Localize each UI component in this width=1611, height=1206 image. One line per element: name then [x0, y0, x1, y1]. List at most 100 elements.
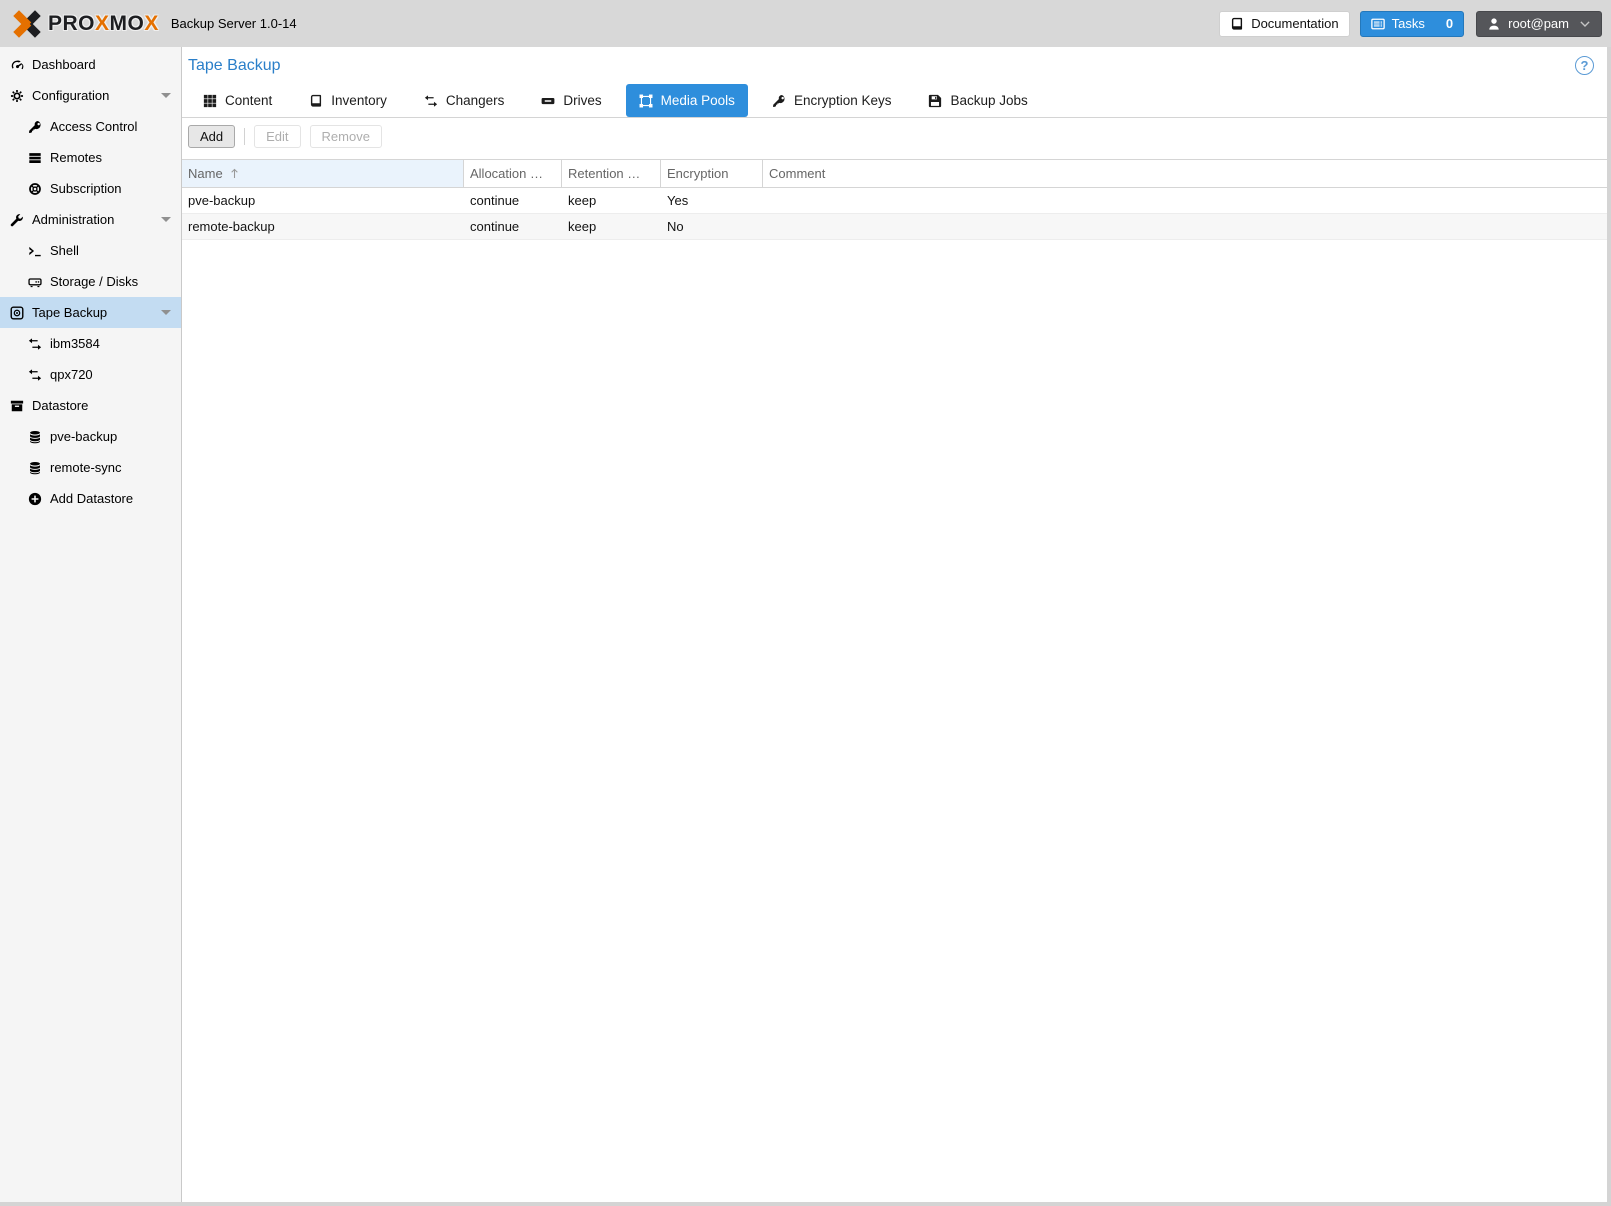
- terminal-icon: [28, 244, 42, 258]
- cell-allocation: continue: [464, 214, 562, 239]
- add-button[interactable]: Add: [188, 125, 235, 148]
- sidebar-item-dashboard[interactable]: Dashboard: [0, 49, 181, 80]
- tab-label: Encryption Keys: [794, 93, 892, 108]
- cell-encryption: Yes: [661, 188, 763, 213]
- collapse-caret-icon: [161, 93, 171, 98]
- column-header-retention[interactable]: Retention …: [562, 160, 661, 187]
- wordmark-part: X: [95, 12, 110, 35]
- cell-retention: keep: [562, 214, 661, 239]
- sort-ascending-icon: [228, 167, 241, 180]
- plus-circle-icon: [28, 492, 42, 506]
- sidebar-item-qpx720[interactable]: qpx720: [0, 359, 181, 390]
- table-row-pve-backup[interactable]: pve-backupcontinuekeepYes: [182, 188, 1607, 214]
- book-icon: [309, 94, 323, 108]
- column-header-label: Name: [188, 166, 223, 181]
- sidebar-item-add-datastore[interactable]: Add Datastore: [0, 483, 181, 514]
- column-header-encryption[interactable]: Encryption: [661, 160, 763, 187]
- tasks-button[interactable]: Tasks 0: [1360, 11, 1464, 37]
- sidebar-item-label: Dashboard: [32, 57, 96, 72]
- edit-button[interactable]: Edit: [254, 125, 300, 148]
- sidebar-item-administration[interactable]: Administration: [0, 204, 181, 235]
- tab-label: Inventory: [331, 93, 387, 108]
- sidebar-item-subscription[interactable]: Subscription: [0, 173, 181, 204]
- cell-name: remote-backup: [182, 214, 464, 239]
- cell-retention: keep: [562, 188, 661, 213]
- hdd-icon: [28, 275, 42, 289]
- sidebar-item-pve-backup[interactable]: pve-backup: [0, 421, 181, 452]
- sidebar-item-tape-backup[interactable]: Tape Backup: [0, 297, 181, 328]
- tab-backup-jobs[interactable]: Backup Jobs: [915, 84, 1040, 117]
- sidebar-item-shell[interactable]: Shell: [0, 235, 181, 266]
- object-group-icon: [639, 94, 653, 108]
- exchange-arrows-icon: [28, 337, 42, 351]
- tab-inventory[interactable]: Inventory: [296, 84, 400, 117]
- tape-cartridge-icon: [10, 306, 24, 320]
- tab-content[interactable]: Content: [190, 84, 285, 117]
- sidebar-item-label: Shell: [50, 243, 79, 258]
- column-header-comment[interactable]: Comment: [763, 160, 1607, 187]
- database-icon: [28, 430, 42, 444]
- page-title: Tape Backup: [188, 57, 281, 75]
- server-icon: [28, 151, 42, 165]
- exchange-arrows-icon: [28, 368, 42, 382]
- user-label: root@pam: [1508, 16, 1569, 31]
- column-header-allocation[interactable]: Allocation …: [464, 160, 562, 187]
- archive-box-icon: [10, 399, 24, 413]
- sidebar-item-remote-sync[interactable]: remote-sync: [0, 452, 181, 483]
- table-row-remote-backup[interactable]: remote-backupcontinuekeepNo: [182, 214, 1607, 240]
- grid-icon: [203, 94, 217, 108]
- sidebar-nav: Dashboard Configuration Access Control Remo…: [0, 47, 182, 1202]
- sidebar-item-label: Access Control: [50, 119, 137, 134]
- key-icon: [772, 94, 786, 108]
- sidebar-item-label: Administration: [32, 212, 114, 227]
- tachometer-icon: [10, 58, 24, 72]
- tab-label: Backup Jobs: [950, 93, 1027, 108]
- toolbar: Add Edit Remove: [182, 118, 1607, 154]
- database-icon: [28, 461, 42, 475]
- tab-label: Content: [225, 93, 272, 108]
- sidebar-item-datastore[interactable]: Datastore: [0, 390, 181, 421]
- sidebar-item-access-control[interactable]: Access Control: [0, 111, 181, 142]
- column-header-label: Encryption: [667, 166, 728, 181]
- column-header-name[interactable]: Name: [182, 160, 464, 187]
- sidebar-item-label: Add Datastore: [50, 491, 133, 506]
- sidebar-item-label: Storage / Disks: [50, 274, 138, 289]
- chevron-down-icon: [1579, 18, 1591, 30]
- tab-changers[interactable]: Changers: [411, 84, 518, 117]
- sidebar-item-label: Remotes: [50, 150, 102, 165]
- tab-drives[interactable]: Drives: [528, 84, 614, 117]
- sidebar-item-label: Subscription: [50, 181, 122, 196]
- sidebar-item-configuration[interactable]: Configuration: [0, 80, 181, 111]
- sidebar-item-ibm3584[interactable]: ibm3584: [0, 328, 181, 359]
- help-icon[interactable]: ?: [1575, 56, 1594, 75]
- grid-header-row: Name Allocation … Retention … Encryption Com…: [182, 159, 1607, 188]
- sidebar-item-remotes[interactable]: Remotes: [0, 142, 181, 173]
- tab-media-pools[interactable]: Media Pools: [626, 84, 748, 117]
- remove-button[interactable]: Remove: [310, 125, 382, 148]
- tab-label: Changers: [446, 93, 505, 108]
- documentation-button[interactable]: Documentation: [1219, 11, 1349, 37]
- wordmark-part: PRO: [48, 12, 95, 35]
- app-window: PROXMOX Backup Server 1.0-14 Documentati…: [0, 0, 1611, 1206]
- media-pools-grid: Name Allocation … Retention … Encryption Com…: [182, 159, 1607, 1202]
- wordmark-part: MO: [110, 12, 145, 35]
- sidebar-item-label: Tape Backup: [32, 305, 107, 320]
- tape-drive-icon: [541, 94, 555, 108]
- column-header-label: Retention …: [568, 166, 640, 181]
- tab-bar: Content Inventory Changers Drives Media Pool…: [182, 84, 1607, 118]
- user-icon: [1487, 17, 1501, 31]
- toolbar-divider: [244, 128, 245, 145]
- exchange-arrows-icon: [424, 94, 438, 108]
- sidebar-item-label: pve-backup: [50, 429, 117, 444]
- tab-label: Drives: [563, 93, 601, 108]
- key-icon: [28, 120, 42, 134]
- tab-encryption-keys[interactable]: Encryption Keys: [759, 84, 905, 117]
- sidebar-item-label: qpx720: [50, 367, 93, 382]
- life-ring-icon: [28, 182, 42, 196]
- sidebar-item-storage-disks[interactable]: Storage / Disks: [0, 266, 181, 297]
- tasks-label: Tasks: [1392, 16, 1425, 31]
- product-version: Backup Server 1.0-14: [171, 16, 297, 31]
- user-menu-button[interactable]: root@pam: [1476, 11, 1602, 37]
- sidebar-item-label: remote-sync: [50, 460, 122, 475]
- proxmox-wordmark: PROXMOX: [48, 12, 159, 36]
